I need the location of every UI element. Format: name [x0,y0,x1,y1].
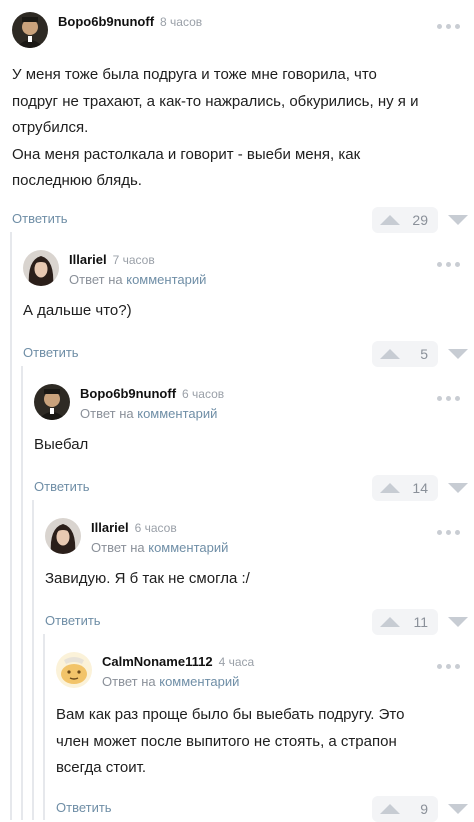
rating: 9 [372,795,474,822]
arrow-up-icon [380,214,400,225]
reply-to: Ответ на комментарий [80,406,218,421]
more-options-icon[interactable] [437,24,460,29]
upvote-button[interactable]: 11 [372,608,438,635]
arrow-down-icon [448,803,468,814]
comment: CalmNoname1112 4 часа Ответ на комментари… [56,652,474,822]
comment-header: Bopo6b9nunoff 8 часов [12,12,474,56]
reply-button[interactable]: Ответить [34,479,90,494]
comment-footer: Ответить 14 [34,474,474,501]
author-name[interactable]: Bopo6b9nunoff 6 часов [80,386,224,401]
cartoon-face-icon[interactable] [56,652,92,688]
reply-button[interactable]: Ответить [23,345,79,360]
upvote-button[interactable]: 14 [372,474,438,501]
reply-button[interactable]: Ответить [45,613,101,628]
upvote-button[interactable]: 5 [372,340,438,367]
rating: 11 [372,608,474,635]
parent-comment-link[interactable]: комментарий [159,674,239,689]
comment-text: Вам как раз проще было бы выебать подруг… [56,706,405,776]
reply-button[interactable]: Ответить [12,211,68,226]
reply-button[interactable]: Ответить [56,800,112,815]
upvote-button[interactable]: 9 [372,795,438,822]
downvote-button[interactable] [442,475,474,501]
comment: Bopo6b9nunoff 8 часов У меня тоже была по… [12,12,474,233]
thread-line-3 [32,500,34,820]
comment-text: Завидую. Я б так не смогла :/ [45,570,250,587]
more-options-icon[interactable] [437,530,460,535]
comment-header: Illariel 6 часов Ответ на комментарий [45,518,474,562]
comment-time: 7 часов [112,253,155,267]
rating: 29 [372,206,474,233]
score: 14 [412,479,428,496]
portrait-man-icon[interactable] [12,12,48,48]
thread-line-2 [21,366,23,820]
comment-footer: Ответить 9 [56,795,474,822]
more-options-icon[interactable] [437,262,460,267]
comment: Illariel 7 часов Ответ на комментарий А д… [23,250,474,367]
arrow-up-icon [380,616,400,627]
arrow-up-icon [380,482,400,493]
arrow-down-icon [448,214,468,225]
reply-to: Ответ на комментарий [69,272,207,287]
parent-comment-link[interactable]: комментарий [126,272,206,287]
arrow-up-icon [380,348,400,359]
downvote-button[interactable] [442,609,474,635]
author-name[interactable]: Illariel 6 часов [91,520,177,535]
portrait-woman-icon[interactable] [45,518,81,554]
more-options-icon[interactable] [437,664,460,669]
author-name[interactable]: Bopo6b9nunoff 8 часов [58,14,202,29]
rating: 5 [372,340,474,367]
parent-comment-link[interactable]: комментарий [137,406,217,421]
comment-time: 6 часов [134,521,177,535]
comment-header: Bopo6b9nunoff 6 часов Ответ на комментари… [34,384,474,428]
more-options-icon[interactable] [437,396,460,401]
arrow-down-icon [448,482,468,493]
score: 9 [420,800,428,817]
comment: Illariel 6 часов Ответ на комментарий Зав… [45,518,474,635]
reply-to: Ответ на комментарий [102,674,240,689]
upvote-button[interactable]: 29 [372,206,438,233]
comment-time: 8 часов [160,15,203,29]
author-name[interactable]: Illariel 7 часов [69,252,155,267]
thread-line-4 [43,634,45,820]
comment-text: А дальше что?) [23,302,132,319]
comment-time: 4 часа [218,655,255,669]
comment-footer: Ответить 11 [45,608,474,635]
comment-footer: Ответить 5 [23,340,474,367]
downvote-button[interactable] [442,796,474,822]
reply-to: Ответ на комментарий [91,540,229,555]
thread-line-1 [10,232,12,820]
rating: 14 [372,474,474,501]
score: 5 [420,345,428,362]
arrow-down-icon [448,616,468,627]
arrow-up-icon [380,803,400,814]
portrait-man-icon[interactable] [34,384,70,420]
comment: Bopo6b9nunoff 6 часов Ответ на комментари… [34,384,474,501]
downvote-button[interactable] [442,207,474,233]
comment-header: CalmNoname1112 4 часа Ответ на комментари… [56,652,474,696]
parent-comment-link[interactable]: комментарий [148,540,228,555]
comment-text: У меня тоже была подруга и тоже мне гово… [12,66,419,189]
comment-time: 6 часов [182,387,225,401]
author-name[interactable]: CalmNoname1112 4 часа [102,654,254,669]
comment-text: Выебал [34,436,89,453]
arrow-down-icon [448,348,468,359]
score: 29 [412,211,428,228]
portrait-woman-icon[interactable] [23,250,59,286]
comment-header: Illariel 7 часов Ответ на комментарий [23,250,474,294]
score: 11 [413,613,428,630]
comment-footer: Ответить 29 [12,206,474,233]
downvote-button[interactable] [442,341,474,367]
